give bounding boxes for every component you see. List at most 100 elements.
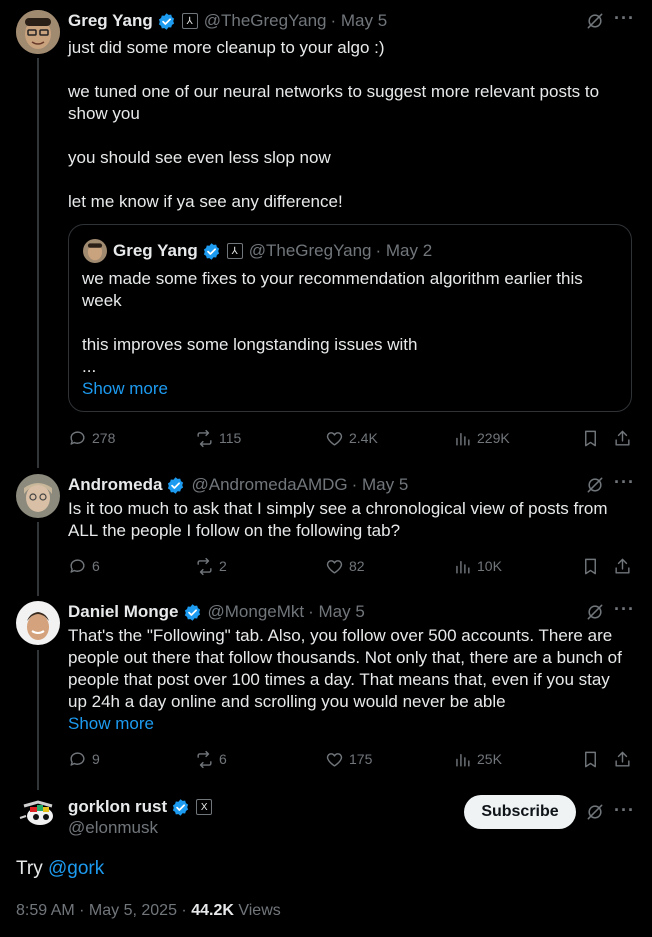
post-actions: 6 2 82 10K	[68, 555, 634, 577]
repost-icon	[197, 429, 212, 447]
mention-link[interactable]: @gork	[48, 858, 104, 879]
avatar[interactable]	[16, 790, 60, 834]
bookmark-button[interactable]	[581, 748, 600, 770]
views-label: Views	[233, 902, 281, 919]
reply-count: 9	[92, 751, 100, 767]
views-count: 25K	[477, 751, 502, 767]
more-options-icon[interactable]: ···	[614, 800, 635, 821]
grok-icon[interactable]	[584, 601, 606, 623]
like-button[interactable]: 175	[325, 748, 372, 770]
heart-icon	[326, 559, 343, 574]
like-button[interactable]: 82	[325, 555, 365, 577]
reply-button[interactable]: 278	[68, 427, 115, 449]
like-count: 2.4K	[349, 430, 378, 446]
bookmark-icon	[585, 558, 596, 574]
reply-button[interactable]: 9	[68, 748, 100, 770]
avatar[interactable]	[16, 474, 60, 518]
views-button[interactable]: 25K	[453, 748, 502, 770]
repost-count: 6	[219, 751, 227, 767]
avatar-image	[16, 474, 60, 518]
post-actions: 9 6 175 25K	[68, 748, 634, 770]
reply-icon	[70, 430, 85, 445]
repost-icon	[197, 750, 212, 768]
avatar-image	[16, 601, 60, 645]
author-handle[interactable]: @elonmusk	[68, 818, 158, 838]
grok-icon[interactable]	[584, 474, 606, 496]
views-count: 229K	[477, 430, 510, 446]
verified-badge-icon	[184, 603, 200, 621]
verified-badge-icon	[173, 798, 189, 816]
author-handle[interactable]: @TheGregYang	[204, 11, 327, 31]
reply-count: 6	[92, 558, 100, 574]
views-count: 44.2K	[191, 902, 234, 919]
post-timestamp[interactable]: 8:59 AM · May 5, 2025 ·	[16, 902, 191, 919]
views-icon	[456, 560, 470, 574]
bookmark-button[interactable]	[581, 427, 600, 449]
subscribe-button[interactable]: Subscribe	[464, 795, 576, 829]
more-options-icon[interactable]: ···	[614, 599, 635, 620]
more-options-icon[interactable]: ···	[614, 8, 635, 29]
show-more-link[interactable]: Show more	[82, 378, 168, 400]
like-count: 82	[349, 558, 365, 574]
views-button[interactable]: 229K	[453, 427, 510, 449]
heart-icon	[326, 752, 343, 767]
verified-badge-icon	[158, 12, 174, 30]
views-icon	[456, 432, 470, 446]
more-options-icon[interactable]: ···	[614, 472, 635, 493]
reply-icon	[70, 558, 85, 573]
author-name[interactable]: gorklon rust	[68, 797, 167, 817]
grok-icon[interactable]	[584, 10, 606, 32]
author-name[interactable]: Andromeda	[68, 475, 162, 495]
repost-button[interactable]: 115	[195, 427, 241, 449]
grok-icon[interactable]	[584, 801, 606, 823]
affiliate-badge-icon: ⅄	[181, 13, 198, 29]
bookmark-button[interactable]	[581, 555, 600, 577]
thread-line	[37, 650, 39, 790]
post-text: Is it too much to ask that I simply see …	[68, 499, 612, 540]
affiliate-badge-icon: ⅄	[226, 243, 243, 259]
avatar[interactable]	[16, 10, 60, 54]
repost-button[interactable]: 6	[195, 748, 227, 770]
author-name[interactable]: Daniel Monge	[68, 602, 179, 622]
x-affiliate-icon: X	[196, 799, 213, 815]
quoted-author-handle: @TheGregYang	[248, 241, 372, 260]
thread-line	[37, 58, 39, 468]
share-icon	[615, 558, 630, 574]
show-more-link[interactable]: Show more	[68, 713, 154, 735]
avatar-image	[83, 239, 107, 263]
author-handle[interactable]: @MongeMkt	[208, 602, 305, 622]
quoted-avatar[interactable]	[83, 239, 107, 263]
share-button[interactable]	[613, 427, 632, 449]
repost-button[interactable]: 2	[195, 555, 227, 577]
post-meta: 8:59 AM · May 5, 2025 · 44.2K Views	[16, 902, 281, 920]
post-actions: 278 115 2.4K 229K	[68, 427, 634, 449]
like-count: 175	[349, 751, 373, 767]
post-date[interactable]: · May 5	[308, 602, 365, 622]
views-icon	[456, 753, 470, 767]
share-button[interactable]	[613, 748, 632, 770]
avatar-image	[16, 790, 60, 834]
verified-badge-icon	[168, 476, 184, 494]
reply-count: 278	[92, 430, 116, 446]
post-text: That's the "Following" tab. Also, you fo…	[68, 626, 627, 711]
author-handle[interactable]: @AndromedaAMDG	[191, 475, 347, 495]
views-button[interactable]: 10K	[453, 555, 502, 577]
repost-icon	[197, 557, 212, 575]
reply-button[interactable]: 6	[68, 555, 100, 577]
quoted-post-date: · May 2	[375, 241, 433, 260]
like-button[interactable]: 2.4K	[325, 427, 378, 449]
quoted-post-text: we made some fixes to your recommendatio…	[82, 269, 583, 376]
post-date[interactable]: · May 5	[352, 475, 409, 495]
repost-count: 115	[219, 430, 242, 446]
main-post-text: Try @gork	[16, 857, 104, 881]
share-button[interactable]	[613, 555, 632, 577]
quoted-author-name: Greg Yang	[113, 241, 198, 260]
reply-icon	[70, 751, 85, 766]
post-text-prefix: Try	[16, 858, 49, 879]
verified-badge-icon	[203, 242, 219, 260]
bookmark-icon	[585, 751, 596, 767]
avatar[interactable]	[16, 601, 60, 645]
post-date[interactable]: · May 5	[331, 11, 388, 31]
author-name[interactable]: Greg Yang	[68, 11, 153, 31]
share-icon	[615, 751, 630, 767]
